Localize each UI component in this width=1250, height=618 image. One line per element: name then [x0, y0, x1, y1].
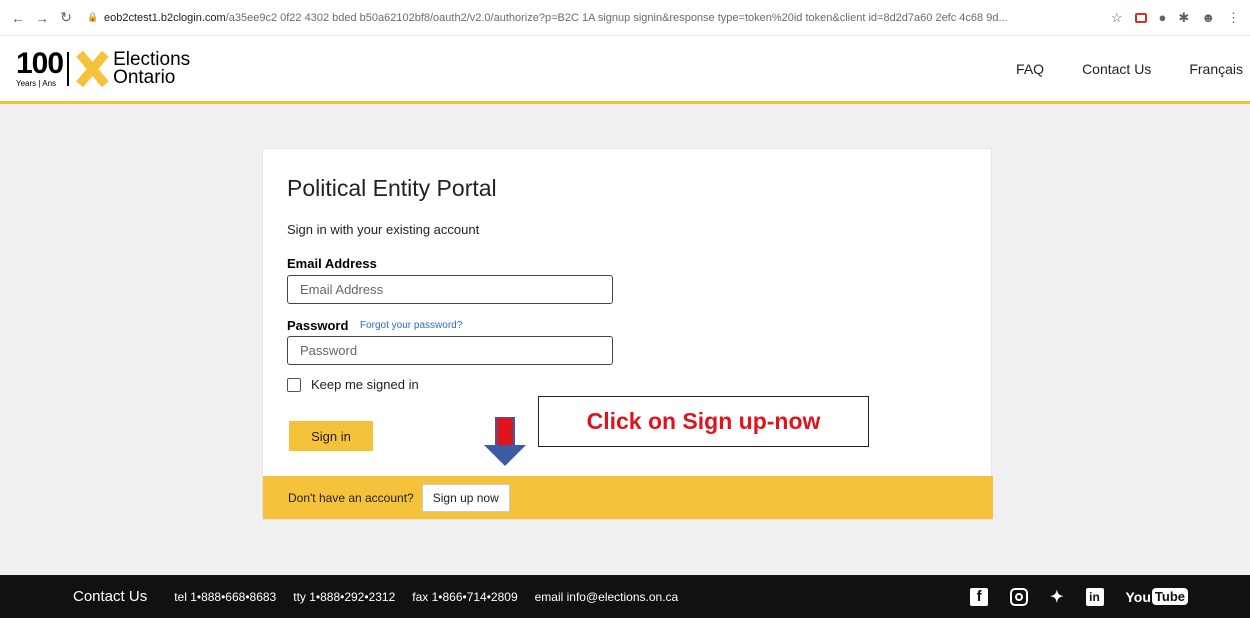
footer-contact-title: Contact Us: [73, 588, 148, 605]
puzzle-extension-icon[interactable]: ✱: [1178, 10, 1189, 26]
logo-divider: [67, 51, 70, 86]
url-host: eob2ctest1.b2clogin.com: [104, 11, 226, 24]
sign-up-footer: Don't have an account? Sign up now: [263, 476, 993, 519]
address-bar[interactable]: 🔒 eob2ctest1.b2clogin.com/a35ee9c2 0f22 …: [88, 12, 1111, 24]
more-menu-icon[interactable]: ⋮: [1227, 10, 1240, 26]
nav-faq[interactable]: FAQ: [1016, 61, 1044, 77]
forward-icon[interactable]: →: [32, 8, 52, 28]
bookmark-star-icon[interactable]: ☆: [1111, 10, 1123, 26]
footer-tty[interactable]: tty 1•888•292•2312: [293, 590, 395, 604]
arrow-down-icon: [484, 417, 526, 466]
forgot-password-link[interactable]: Forgot your password?: [360, 320, 462, 331]
browser-toolbar: ← → ↻ 🔒 eob2ctest1.b2clogin.com/a35ee9c2…: [0, 0, 1250, 36]
sign-up-button[interactable]: Sign up now: [421, 483, 510, 512]
footer-fax[interactable]: fax 1•866•714•2809: [412, 590, 517, 604]
sign-in-subtitle: Sign in with your existing account: [287, 222, 480, 237]
extension-circle-icon[interactable]: ●: [1159, 10, 1167, 25]
sign-in-button[interactable]: Sign in: [289, 421, 373, 451]
header-nav: FAQ Contact Us Français: [978, 61, 1250, 77]
sign-up-prompt: Don't have an account?: [288, 490, 414, 505]
profile-icon[interactable]: ☻: [1201, 10, 1215, 25]
extension-red-icon[interactable]: [1134, 12, 1147, 23]
browser-nav-buttons: ← → ↻: [8, 8, 76, 28]
lock-icon: 🔒: [88, 12, 99, 22]
logo-100-number: 100: [16, 47, 64, 80]
youtube-icon[interactable]: You Tube: [1125, 588, 1188, 605]
browser-extensions: ☆ ● ✱ ☻ ⋮: [1111, 10, 1240, 26]
linkedin-icon[interactable]: in: [1085, 587, 1104, 606]
email-label: Email Address: [287, 256, 377, 271]
keep-signed-in-label: Keep me signed in: [311, 377, 419, 392]
logo-line-1: Elections: [113, 48, 191, 70]
reload-icon[interactable]: ↻: [56, 8, 76, 28]
nav-contact-us[interactable]: Contact Us: [1082, 61, 1151, 77]
site-header: 100 Years | Ans Elections Ontario FAQ Co…: [0, 36, 1250, 104]
facebook-icon[interactable]: f: [970, 587, 989, 606]
youtube-you-text: You: [1125, 588, 1151, 605]
twitter-icon[interactable]: ✦: [1050, 587, 1063, 607]
keep-signed-in-checkbox[interactable]: [287, 377, 301, 392]
main-content: Political Entity Portal Sign in with you…: [0, 107, 1250, 575]
sign-in-card: Political Entity Portal Sign in with you…: [262, 148, 993, 520]
page-title: Political Entity Portal: [287, 175, 497, 201]
site-footer: Contact Us tel 1•888•668•8683 tty 1•888•…: [0, 575, 1250, 618]
nav-language-toggle[interactable]: Français: [1189, 61, 1243, 77]
annotation-callout: Click on Sign up-now: [538, 396, 869, 447]
password-label: Password: [287, 318, 349, 333]
instagram-icon[interactable]: [1010, 587, 1029, 606]
password-field[interactable]: [287, 336, 613, 365]
youtube-tube-text: Tube: [1151, 588, 1188, 605]
social-links: f ✦ in You Tube: [970, 587, 1188, 607]
elections-ontario-logo[interactable]: 100 Years | Ans Elections Ontario: [16, 49, 190, 88]
footer-email[interactable]: email info@elections.on.ca: [535, 590, 679, 604]
keep-signed-in-row: Keep me signed in: [287, 377, 419, 392]
logo-100-subtitle: Years | Ans: [16, 79, 57, 88]
logo-line-2: Ontario: [113, 66, 176, 88]
email-field[interactable]: [287, 275, 613, 304]
logo-100-years: 100 Years | Ans: [16, 47, 64, 88]
back-icon[interactable]: ←: [8, 8, 28, 28]
logo-x-icon: [75, 52, 109, 86]
logo-wordmark: Elections Ontario: [113, 48, 191, 88]
footer-tel[interactable]: tel 1•888•668•8683: [174, 590, 276, 604]
url-path: /a35ee9c2 0f22 4302 bded b50a62102bf8/oa…: [225, 11, 1008, 24]
